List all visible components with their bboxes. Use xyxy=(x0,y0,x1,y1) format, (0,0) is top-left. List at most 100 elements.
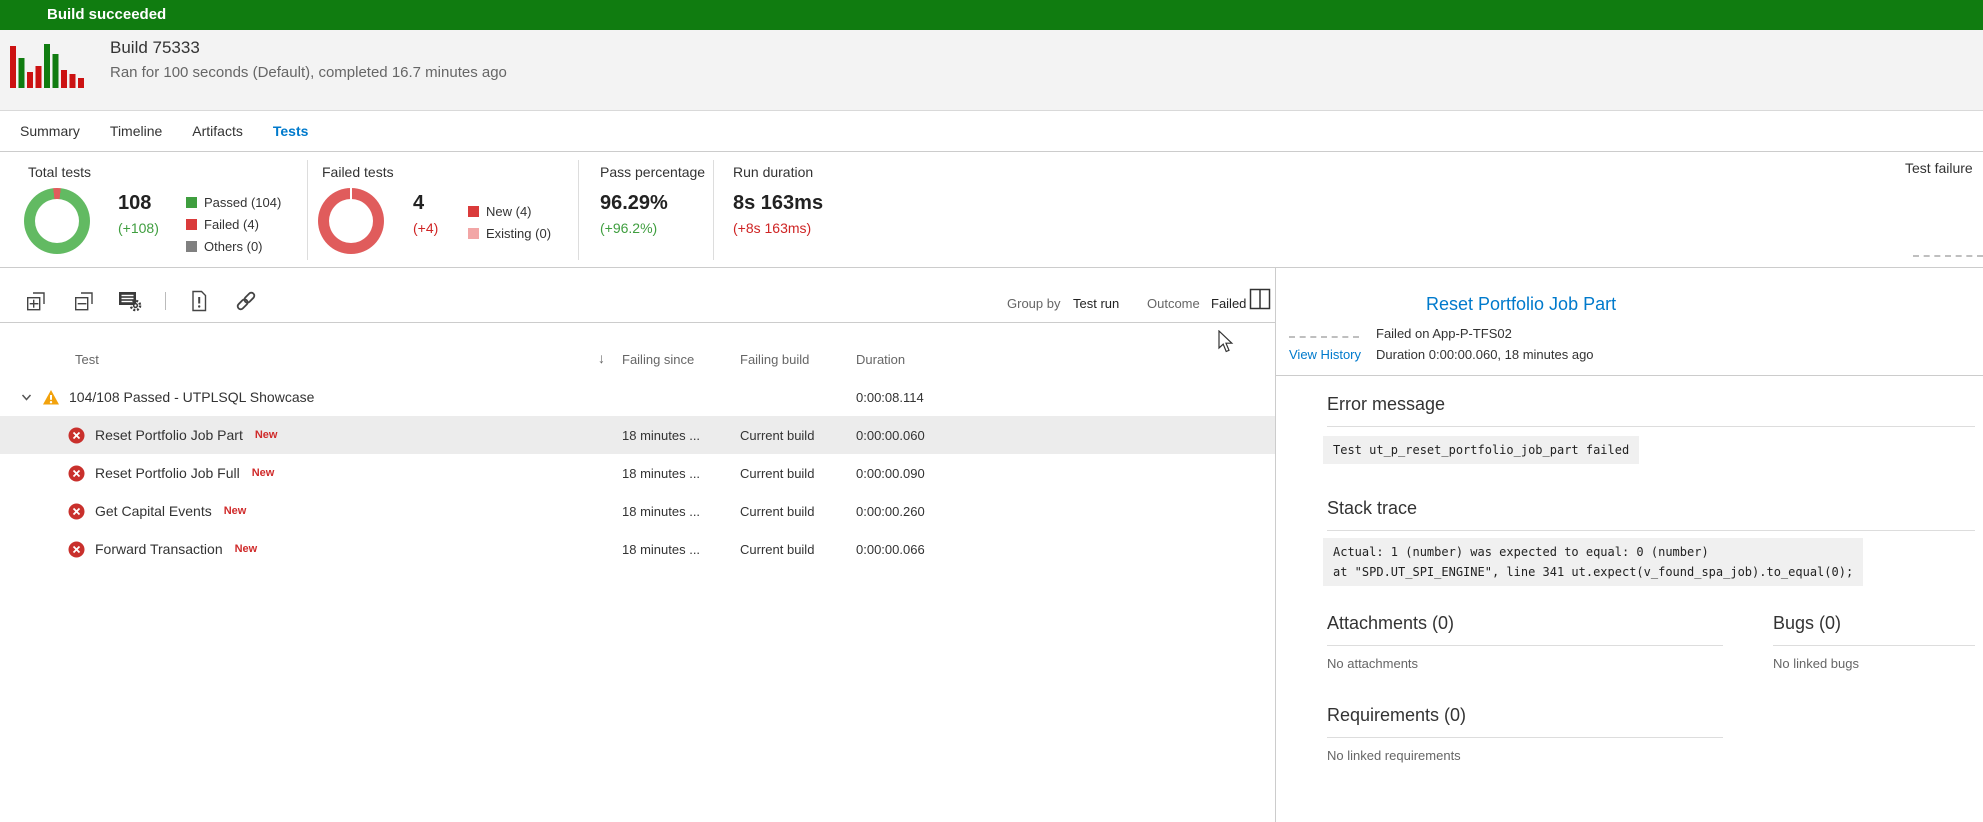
toolbar-separator xyxy=(165,292,166,310)
error-document-icon[interactable] xyxy=(188,290,210,312)
total-tests-donut xyxy=(24,188,90,254)
table-row[interactable]: Reset Portfolio Job Part New 18 minutes … xyxy=(0,416,1275,454)
duration-cell: 0:00:00.260 xyxy=(856,504,976,519)
group-by-value[interactable]: Test run xyxy=(1073,296,1119,311)
failed-tests-value: 4 xyxy=(413,192,424,215)
test-name: Reset Portfolio Job Full xyxy=(95,465,240,481)
passed-swatch xyxy=(186,197,197,208)
new-swatch xyxy=(468,206,479,217)
bugs-empty-text: No linked bugs xyxy=(1773,656,1859,671)
tab-tests[interactable]: Tests xyxy=(273,123,309,139)
failing-build-cell[interactable]: Current build xyxy=(740,504,856,519)
run-duration-label: Run duration xyxy=(733,164,813,180)
column-failing-since[interactable]: Failing since xyxy=(618,352,740,367)
trend-sparkline-placeholder xyxy=(1913,255,1983,257)
test-name: Reset Portfolio Job Part xyxy=(95,427,243,443)
total-tests-value: 108 xyxy=(118,192,151,215)
failing-since-cell: 18 minutes ... xyxy=(618,504,740,519)
duration-cell: 0:00:00.066 xyxy=(856,542,976,557)
requirements-heading: Requirements (0) xyxy=(1327,705,1466,726)
error-message-heading: Error message xyxy=(1327,394,1445,415)
history-sparkline-placeholder xyxy=(1289,336,1359,338)
warning-icon xyxy=(42,389,60,406)
tests-toolbar: Group by Test run Outcome Failed xyxy=(0,268,1275,323)
column-test[interactable]: Test xyxy=(75,352,99,367)
group-by-label: Group by xyxy=(1007,296,1060,311)
group-row-duration: 0:00:08.114 xyxy=(856,390,976,405)
failed-tests-donut xyxy=(318,188,384,254)
others-swatch xyxy=(186,241,197,252)
duration-cell: 0:00:00.060 xyxy=(856,428,976,443)
total-tests-legend: Passed (104) Failed (4) Others (0) xyxy=(186,195,281,254)
test-group-row[interactable]: 104/108 Passed - UTPLSQL Showcase 0:00:0… xyxy=(0,378,1275,416)
test-details-panel: Reset Portfolio Job Part Failed on App-P… xyxy=(1276,268,1983,822)
build-subtitle: Ran for 100 seconds (Default), completed… xyxy=(110,64,507,81)
build-title: Build 75333 xyxy=(110,38,200,58)
failing-since-cell: 18 minutes ... xyxy=(618,542,740,557)
failing-build-cell[interactable]: Current build xyxy=(740,428,856,443)
failed-on-text: Failed on App-P-TFS02 xyxy=(1376,326,1512,341)
details-header-divider xyxy=(1276,375,1983,376)
details-pane-toggle-icon[interactable] xyxy=(1249,288,1271,310)
total-tests-delta: (+108) xyxy=(118,220,159,236)
failing-since-cell: 18 minutes ... xyxy=(618,428,740,443)
table-row[interactable]: Get Capital Events New 18 minutes ... Cu… xyxy=(0,492,1275,530)
total-tests-label: Total tests xyxy=(28,164,91,180)
pass-percentage-label: Pass percentage xyxy=(600,164,705,180)
outcome-value[interactable]: Failed xyxy=(1211,296,1246,311)
view-history-link[interactable]: View History xyxy=(1289,347,1361,362)
failed-tests-legend: New (4) Existing (0) xyxy=(468,204,551,241)
new-badge: New xyxy=(255,429,278,441)
test-failure-trend-label: Test failure xyxy=(1905,160,1973,176)
tab-artifacts[interactable]: Artifacts xyxy=(192,123,243,139)
expand-all-icon[interactable] xyxy=(25,290,47,312)
group-row-title: 104/108 Passed - UTPLSQL Showcase xyxy=(69,389,314,405)
error-message-text: Test ut_p_reset_portfolio_job_part faile… xyxy=(1323,436,1639,464)
attachments-heading: Attachments (0) xyxy=(1327,613,1454,634)
outcome-label: Outcome xyxy=(1147,296,1200,311)
run-duration-delta: (+8s 163ms) xyxy=(733,220,811,236)
pass-percentage-value: 96.29% xyxy=(600,192,668,215)
run-settings-icon[interactable] xyxy=(118,290,142,312)
new-badge: New xyxy=(224,505,247,517)
duration-cell: 0:00:00.090 xyxy=(856,466,976,481)
others-legend-label: Others (0) xyxy=(204,239,263,254)
sort-descending-icon: ↓ xyxy=(598,350,605,366)
test-table-header: Test ↓ Failing since Failing build Durat… xyxy=(0,340,1275,378)
failed-test-icon xyxy=(68,503,85,520)
failed-test-icon xyxy=(68,541,85,558)
run-duration-value: 8s 163ms xyxy=(733,192,823,215)
collapse-all-icon[interactable] xyxy=(73,290,95,312)
build-header: Build 75333 Ran for 100 seconds (Default… xyxy=(0,30,1983,111)
mouse-cursor xyxy=(1216,330,1236,354)
stack-trace-heading: Stack trace xyxy=(1327,498,1417,519)
test-table-body: 104/108 Passed - UTPLSQL Showcase 0:00:0… xyxy=(0,378,1275,568)
existing-swatch xyxy=(468,228,479,239)
build-status-text: Build succeeded xyxy=(47,0,166,30)
pass-percentage-delta: (+96.2%) xyxy=(600,220,657,236)
test-stats-strip: Total tests 108 (+108) Passed (104) Fail… xyxy=(0,152,1983,268)
copy-link-icon[interactable] xyxy=(235,290,257,312)
column-duration[interactable]: Duration xyxy=(856,352,976,367)
failing-since-cell: 18 minutes ... xyxy=(618,466,740,481)
new-legend-label: New (4) xyxy=(486,204,532,219)
chevron-down-icon[interactable] xyxy=(20,391,33,404)
build-status-bar: Build succeeded xyxy=(0,0,1983,30)
failed-swatch xyxy=(186,219,197,230)
build-history-bars-icon xyxy=(10,40,88,88)
failing-build-cell[interactable]: Current build xyxy=(740,466,856,481)
table-row[interactable]: Reset Portfolio Job Full New 18 minutes … xyxy=(0,454,1275,492)
tab-bar: Summary Timeline Artifacts Tests xyxy=(0,111,1983,152)
failed-tests-delta: (+4) xyxy=(413,220,438,236)
existing-legend-label: Existing (0) xyxy=(486,226,551,241)
tab-summary[interactable]: Summary xyxy=(20,123,80,139)
failing-build-cell[interactable]: Current build xyxy=(740,542,856,557)
details-duration-text: Duration 0:00:00.060, 18 minutes ago xyxy=(1376,347,1594,362)
new-badge: New xyxy=(235,543,258,555)
requirements-empty-text: No linked requirements xyxy=(1327,748,1461,763)
column-failing-build[interactable]: Failing build xyxy=(740,352,856,367)
tab-timeline[interactable]: Timeline xyxy=(110,123,162,139)
table-row[interactable]: Forward Transaction New 18 minutes ... C… xyxy=(0,530,1275,568)
failed-tests-label: Failed tests xyxy=(322,164,394,180)
test-name: Forward Transaction xyxy=(95,541,223,557)
